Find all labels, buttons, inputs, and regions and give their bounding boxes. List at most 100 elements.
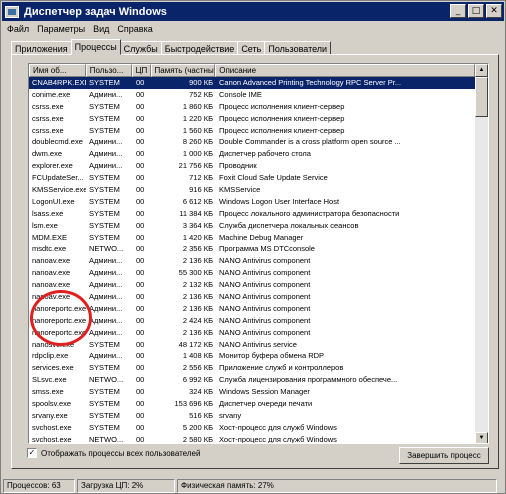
tab-users[interactable]: Пользователи (264, 41, 332, 55)
process-user: Админи... (89, 315, 123, 325)
table-row[interactable]: csrss.exe SYSTEM 00 1 560 КБ Процесс исполне… (29, 125, 477, 137)
table-row[interactable]: conime.exe Админи... 00 752 КБ Console IME (29, 89, 477, 101)
process-user: Админи... (89, 351, 123, 361)
tab-network[interactable]: Сеть (237, 41, 266, 55)
table-row[interactable]: svchost.exe SYSTEM 00 5 200 КБ Хост-процесс … (29, 422, 477, 434)
process-user: SYSTEM (89, 113, 120, 123)
show-all-processes-label: Отображать процессы всех пользователей (41, 448, 201, 458)
process-cpu: 00 (136, 339, 145, 349)
process-description: Процесс исполнения клиент-сервер (219, 113, 345, 123)
show-all-processes-option[interactable]: ✓ Отображать процессы всех пользователей (27, 448, 200, 458)
table-row[interactable]: KMSService.exe SYSTEM 00 916 КБ KMSService (29, 184, 477, 196)
process-cpu: 00 (136, 303, 145, 313)
process-user: Админи... (89, 327, 123, 337)
table-row[interactable]: dwm.exe Админи... 00 1 000 КБ Диспетчер рабо… (29, 148, 477, 160)
process-name: srvany.exe (32, 410, 68, 420)
process-user: SYSTEM (89, 387, 120, 397)
scroll-up-arrow-icon[interactable]: ▲ (475, 64, 488, 77)
menu-options[interactable]: Параметры (33, 22, 89, 38)
tab-services[interactable]: Службы (119, 41, 162, 55)
task-manager-icon (5, 5, 19, 18)
end-process-button[interactable]: Завершить процесс (399, 447, 489, 464)
table-row[interactable]: MDM.EXE SYSTEM 00 1 420 КБ Machine Debug Man… (29, 232, 477, 244)
table-row[interactable]: services.exe SYSTEM 00 2 556 КБ Приложение с… (29, 362, 477, 374)
process-memory: 2 136 КБ (182, 327, 213, 337)
table-row[interactable]: csrss.exe SYSTEM 00 1 220 КБ Процесс исполне… (29, 113, 477, 125)
show-all-processes-checkbox[interactable]: ✓ (27, 448, 37, 458)
process-user: Админи... (89, 89, 123, 99)
table-row[interactable]: nanosvc.exe SYSTEM 00 48 172 КБ NANO Antivir… (29, 339, 477, 351)
process-description: NANO Antivirus component (219, 280, 311, 290)
table-row[interactable]: doublecmd.exe Админи... 00 8 260 КБ Double C… (29, 136, 477, 148)
process-user: SYSTEM (89, 208, 120, 218)
menu-view[interactable]: Вид (89, 22, 113, 38)
table-row[interactable]: csrss.exe SYSTEM 00 1 860 КБ Процесс исполне… (29, 101, 477, 113)
process-memory: 21 756 КБ (178, 161, 213, 171)
tab-processes[interactable]: Процессы (70, 39, 121, 55)
status-memory-usage: Физическая память: 27% (177, 479, 497, 493)
minimize-button[interactable]: _ (450, 4, 466, 18)
process-cpu: 00 (136, 387, 145, 397)
process-cpu: 00 (136, 113, 145, 123)
task-manager-window: Диспетчер задач Windows _ □ ✕ Файл Парам… (0, 0, 506, 494)
process-cpu: 00 (136, 410, 145, 420)
process-description: Процесс локального администратора безопа… (219, 208, 400, 218)
table-row[interactable]: nanoreportc.exe Админи... 00 2 136 КБ NANO A… (29, 303, 477, 315)
table-row[interactable]: nanoreportc.exe Админи... 00 2 136 КБ NANO A… (29, 327, 477, 339)
table-row[interactable]: nanoav.exe Админи... 00 2 132 КБ NANO Antivi… (29, 279, 477, 291)
tab-applications[interactable]: Приложения (11, 41, 72, 55)
process-description: Программа MS DTCconsole (219, 244, 315, 254)
table-row[interactable]: nanoav.exe Админи... 00 2 136 КБ NANO Antivi… (29, 255, 477, 267)
column-memory[interactable]: Память (частны... (150, 64, 216, 77)
table-row[interactable]: LogonUI.exe SYSTEM 00 6 612 КБ Windows Logon… (29, 196, 477, 208)
process-user: Админи... (89, 292, 123, 302)
table-row[interactable]: FCUpdateSer... SYSTEM 00 712 КБ Foxit Cloud … (29, 172, 477, 184)
table-row[interactable]: nanoreportc.exe Админи... 00 2 424 КБ NANO A… (29, 315, 477, 327)
process-name: conime.exe (32, 89, 71, 99)
process-description: Служба лицензирования программного обесп… (219, 375, 398, 385)
title-bar[interactable]: Диспетчер задач Windows _ □ ✕ (2, 2, 504, 21)
process-list[interactable]: Имя об... Пользо... ЦП Память (частны...… (28, 63, 489, 444)
menu-help[interactable]: Справка (113, 22, 156, 38)
table-row[interactable]: explorer.exe Админи... 00 21 756 КБ Проводни… (29, 160, 477, 172)
table-row[interactable]: SLsvc.exe NETWO... 00 6 992 КБ Служба лиценз… (29, 374, 477, 386)
column-user-name[interactable]: Пользо... (85, 64, 132, 77)
table-row[interactable]: svchost.exe NETWO... 00 2 580 КБ Хост-процес… (29, 434, 477, 443)
status-cpu-usage: Загрузка ЦП: 2% (77, 479, 175, 493)
menu-file[interactable]: Файл (3, 22, 33, 38)
process-description: KMSService (219, 185, 261, 195)
process-description: Диспетчер очереди печати (219, 399, 313, 409)
process-name: doublecmd.exe (32, 137, 83, 147)
scroll-down-arrow-icon[interactable]: ▼ (475, 432, 488, 443)
process-description: Диспетчер рабочего стола (219, 149, 311, 159)
table-row[interactable]: msdtc.exe NETWO... 00 2 356 КБ Программа MS … (29, 243, 477, 255)
scroll-thumb[interactable] (475, 77, 488, 117)
table-row[interactable]: lsass.exe SYSTEM 00 11 384 КБ Процесс локаль… (29, 208, 477, 220)
table-row[interactable]: nanoav.exe Админи... 00 55 300 КБ NANO Antiv… (29, 267, 477, 279)
process-memory: 8 260 КБ (182, 137, 213, 147)
maximize-button[interactable]: □ (468, 4, 484, 18)
table-row[interactable]: smss.exe SYSTEM 00 324 КБ Windows Session Ma… (29, 386, 477, 398)
column-description[interactable]: Описание (215, 64, 476, 77)
close-button[interactable]: ✕ (486, 4, 502, 18)
process-memory: 2 556 КБ (182, 363, 213, 373)
process-memory: 48 172 КБ (178, 339, 213, 349)
table-row[interactable]: lsm.exe SYSTEM 00 3 364 КБ Служба диспетчера… (29, 220, 477, 232)
column-image-name[interactable]: Имя об... (29, 64, 86, 77)
table-row[interactable]: CNAB4RPK.EXE SYSTEM 00 900 КБ Canon Advanced… (29, 77, 477, 89)
process-name: nanoreportc.exe (32, 315, 86, 325)
column-cpu[interactable]: ЦП (131, 64, 151, 77)
table-row[interactable]: srvany.exe SYSTEM 00 516 КБ srvany (29, 410, 477, 422)
tab-performance[interactable]: Быстродействие (160, 41, 239, 55)
process-name: nanoav.exe (32, 292, 71, 302)
table-row[interactable]: nanoav.exe Админи... 00 2 136 КБ NANO Antivi… (29, 291, 477, 303)
process-memory: 2 356 КБ (182, 244, 213, 254)
process-description: Хост-процесс для служб Windows (219, 422, 337, 432)
process-name: csrss.exe (32, 125, 64, 135)
process-name: dwm.exe (32, 149, 63, 159)
vertical-scrollbar[interactable]: ▲ ▼ (475, 64, 488, 443)
process-user: Админи... (89, 303, 123, 313)
table-row[interactable]: spoolsv.exe SYSTEM 00 153 696 КБ Диспетчер о… (29, 398, 477, 410)
table-row[interactable]: rdpclip.exe Админи... 00 1 408 КБ Монитор бу… (29, 350, 477, 362)
process-name: KMSService.exe (32, 185, 86, 195)
